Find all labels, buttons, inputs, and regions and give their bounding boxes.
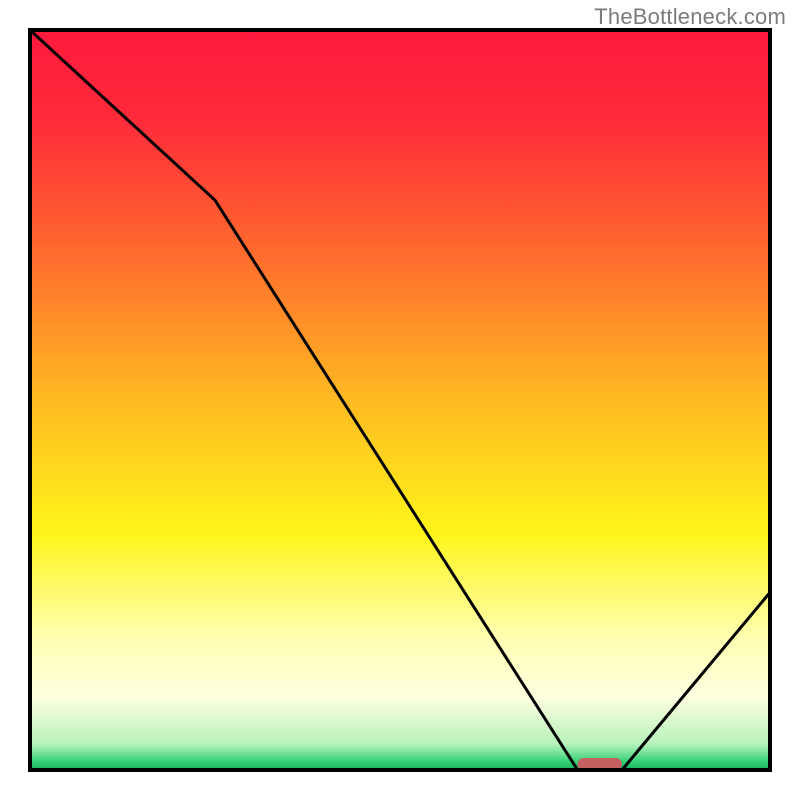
watermark-text: TheBottleneck.com	[594, 4, 786, 30]
chart-container: { "watermark": "TheBottleneck.com", "cha…	[0, 0, 800, 800]
plot-background	[30, 30, 770, 770]
bottleneck-chart	[0, 0, 800, 800]
